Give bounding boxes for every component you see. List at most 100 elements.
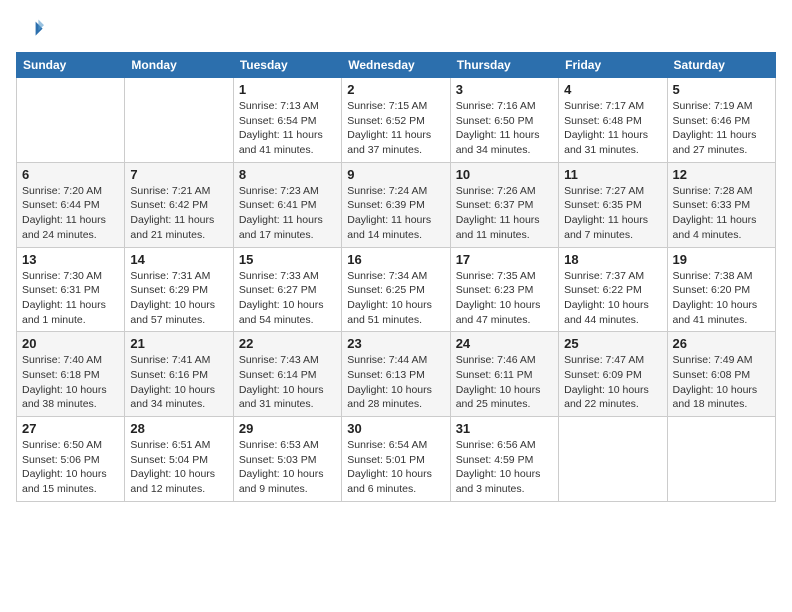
day-number: 16 [347, 252, 444, 267]
calendar-week-row: 20Sunrise: 7:40 AM Sunset: 6:18 PM Dayli… [17, 332, 776, 417]
day-info: Sunrise: 6:54 AM Sunset: 5:01 PM Dayligh… [347, 438, 444, 497]
day-number: 19 [673, 252, 770, 267]
day-number: 26 [673, 336, 770, 351]
day-info: Sunrise: 7:21 AM Sunset: 6:42 PM Dayligh… [130, 184, 227, 243]
day-number: 5 [673, 82, 770, 97]
calendar-cell [17, 78, 125, 163]
calendar-cell: 24Sunrise: 7:46 AM Sunset: 6:11 PM Dayli… [450, 332, 558, 417]
day-info: Sunrise: 7:15 AM Sunset: 6:52 PM Dayligh… [347, 99, 444, 158]
day-info: Sunrise: 7:44 AM Sunset: 6:13 PM Dayligh… [347, 353, 444, 412]
day-number: 22 [239, 336, 336, 351]
day-number: 27 [22, 421, 119, 436]
day-info: Sunrise: 6:51 AM Sunset: 5:04 PM Dayligh… [130, 438, 227, 497]
calendar-cell: 20Sunrise: 7:40 AM Sunset: 6:18 PM Dayli… [17, 332, 125, 417]
calendar-cell: 11 Sunrise: 7:27 AM Sunset: 6:35 PM Dayli… [559, 162, 667, 247]
calendar-cell [667, 417, 775, 502]
calendar-cell: 5 Sunrise: 7:19 AM Sunset: 6:46 PM Daylig… [667, 78, 775, 163]
day-number: 1 [239, 82, 336, 97]
day-header-tuesday: Tuesday [233, 53, 341, 78]
calendar-cell: 25Sunrise: 7:47 AM Sunset: 6:09 PM Dayli… [559, 332, 667, 417]
calendar-cell: 30 Sunrise: 6:54 AM Sunset: 5:01 PM Dayli… [342, 417, 450, 502]
calendar-header-row: SundayMondayTuesdayWednesdayThursdayFrid… [17, 53, 776, 78]
day-info: Sunrise: 7:28 AM Sunset: 6:33 PM Dayligh… [673, 184, 770, 243]
day-number: 2 [347, 82, 444, 97]
day-number: 15 [239, 252, 336, 267]
day-number: 14 [130, 252, 227, 267]
day-info: Sunrise: 7:26 AM Sunset: 6:37 PM Dayligh… [456, 184, 553, 243]
logo [16, 16, 48, 44]
calendar-cell: 4Sunrise: 7:17 AM Sunset: 6:48 PM Daylig… [559, 78, 667, 163]
day-header-saturday: Saturday [667, 53, 775, 78]
day-info: Sunrise: 7:16 AM Sunset: 6:50 PM Dayligh… [456, 99, 553, 158]
calendar-cell: 7 Sunrise: 7:21 AM Sunset: 6:42 PM Daylig… [125, 162, 233, 247]
calendar-week-row: 1 Sunrise: 7:13 AM Sunset: 6:54 PM Daylig… [17, 78, 776, 163]
calendar-cell: 22 Sunrise: 7:43 AM Sunset: 6:14 PM Dayli… [233, 332, 341, 417]
calendar-cell: 15 Sunrise: 7:33 AM Sunset: 6:27 PM Dayli… [233, 247, 341, 332]
day-info: Sunrise: 6:50 AM Sunset: 5:06 PM Dayligh… [22, 438, 119, 497]
calendar-cell: 18 Sunrise: 7:37 AM Sunset: 6:22 PM Dayli… [559, 247, 667, 332]
day-number: 21 [130, 336, 227, 351]
day-number: 11 [564, 167, 661, 182]
calendar-cell: 8Sunrise: 7:23 AM Sunset: 6:41 PM Daylig… [233, 162, 341, 247]
day-info: Sunrise: 7:47 AM Sunset: 6:09 PM Dayligh… [564, 353, 661, 412]
calendar-cell [125, 78, 233, 163]
day-info: Sunrise: 7:40 AM Sunset: 6:18 PM Dayligh… [22, 353, 119, 412]
day-number: 10 [456, 167, 553, 182]
calendar-cell: 2 Sunrise: 7:15 AM Sunset: 6:52 PM Daylig… [342, 78, 450, 163]
day-number: 29 [239, 421, 336, 436]
day-info: Sunrise: 6:56 AM Sunset: 4:59 PM Dayligh… [456, 438, 553, 497]
day-header-friday: Friday [559, 53, 667, 78]
day-header-sunday: Sunday [17, 53, 125, 78]
day-number: 3 [456, 82, 553, 97]
page-header [16, 16, 776, 44]
calendar-cell: 28 Sunrise: 6:51 AM Sunset: 5:04 PM Dayli… [125, 417, 233, 502]
calendar-cell: 31 Sunrise: 6:56 AM Sunset: 4:59 PM Dayli… [450, 417, 558, 502]
day-info: Sunrise: 7:34 AM Sunset: 6:25 PM Dayligh… [347, 269, 444, 328]
day-number: 13 [22, 252, 119, 267]
day-info: Sunrise: 7:31 AM Sunset: 6:29 PM Dayligh… [130, 269, 227, 328]
day-info: Sunrise: 7:33 AM Sunset: 6:27 PM Dayligh… [239, 269, 336, 328]
day-number: 17 [456, 252, 553, 267]
day-info: Sunrise: 7:35 AM Sunset: 6:23 PM Dayligh… [456, 269, 553, 328]
calendar-cell: 29 Sunrise: 6:53 AM Sunset: 5:03 PM Dayli… [233, 417, 341, 502]
day-info: Sunrise: 7:24 AM Sunset: 6:39 PM Dayligh… [347, 184, 444, 243]
day-number: 28 [130, 421, 227, 436]
calendar-table: SundayMondayTuesdayWednesdayThursdayFrid… [16, 52, 776, 502]
calendar-cell [559, 417, 667, 502]
logo-icon [16, 16, 44, 44]
calendar-cell: 13 Sunrise: 7:30 AM Sunset: 6:31 PM Dayli… [17, 247, 125, 332]
day-header-monday: Monday [125, 53, 233, 78]
day-info: Sunrise: 7:41 AM Sunset: 6:16 PM Dayligh… [130, 353, 227, 412]
calendar-cell: 23Sunrise: 7:44 AM Sunset: 6:13 PM Dayli… [342, 332, 450, 417]
calendar-cell: 3 Sunrise: 7:16 AM Sunset: 6:50 PM Daylig… [450, 78, 558, 163]
calendar-cell: 19 Sunrise: 7:38 AM Sunset: 6:20 PM Dayli… [667, 247, 775, 332]
calendar-cell: 1 Sunrise: 7:13 AM Sunset: 6:54 PM Daylig… [233, 78, 341, 163]
day-number: 18 [564, 252, 661, 267]
day-info: Sunrise: 7:30 AM Sunset: 6:31 PM Dayligh… [22, 269, 119, 328]
calendar-week-row: 13 Sunrise: 7:30 AM Sunset: 6:31 PM Dayli… [17, 247, 776, 332]
day-number: 31 [456, 421, 553, 436]
day-number: 8 [239, 167, 336, 182]
day-info: Sunrise: 7:19 AM Sunset: 6:46 PM Dayligh… [673, 99, 770, 158]
day-info: Sunrise: 6:53 AM Sunset: 5:03 PM Dayligh… [239, 438, 336, 497]
calendar-week-row: 27 Sunrise: 6:50 AM Sunset: 5:06 PM Dayli… [17, 417, 776, 502]
day-number: 30 [347, 421, 444, 436]
calendar-cell: 27 Sunrise: 6:50 AM Sunset: 5:06 PM Dayli… [17, 417, 125, 502]
day-info: Sunrise: 7:37 AM Sunset: 6:22 PM Dayligh… [564, 269, 661, 328]
calendar-cell: 6Sunrise: 7:20 AM Sunset: 6:44 PM Daylig… [17, 162, 125, 247]
day-number: 4 [564, 82, 661, 97]
day-number: 7 [130, 167, 227, 182]
day-info: Sunrise: 7:49 AM Sunset: 6:08 PM Dayligh… [673, 353, 770, 412]
day-info: Sunrise: 7:27 AM Sunset: 6:35 PM Dayligh… [564, 184, 661, 243]
calendar-cell: 17 Sunrise: 7:35 AM Sunset: 6:23 PM Dayli… [450, 247, 558, 332]
day-number: 9 [347, 167, 444, 182]
calendar-cell: 16 Sunrise: 7:34 AM Sunset: 6:25 PM Dayli… [342, 247, 450, 332]
calendar-cell: 9 Sunrise: 7:24 AM Sunset: 6:39 PM Daylig… [342, 162, 450, 247]
day-info: Sunrise: 7:43 AM Sunset: 6:14 PM Dayligh… [239, 353, 336, 412]
day-info: Sunrise: 7:38 AM Sunset: 6:20 PM Dayligh… [673, 269, 770, 328]
day-header-wednesday: Wednesday [342, 53, 450, 78]
day-number: 24 [456, 336, 553, 351]
calendar-cell: 14 Sunrise: 7:31 AM Sunset: 6:29 PM Dayli… [125, 247, 233, 332]
day-info: Sunrise: 7:13 AM Sunset: 6:54 PM Dayligh… [239, 99, 336, 158]
day-info: Sunrise: 7:20 AM Sunset: 6:44 PM Dayligh… [22, 184, 119, 243]
